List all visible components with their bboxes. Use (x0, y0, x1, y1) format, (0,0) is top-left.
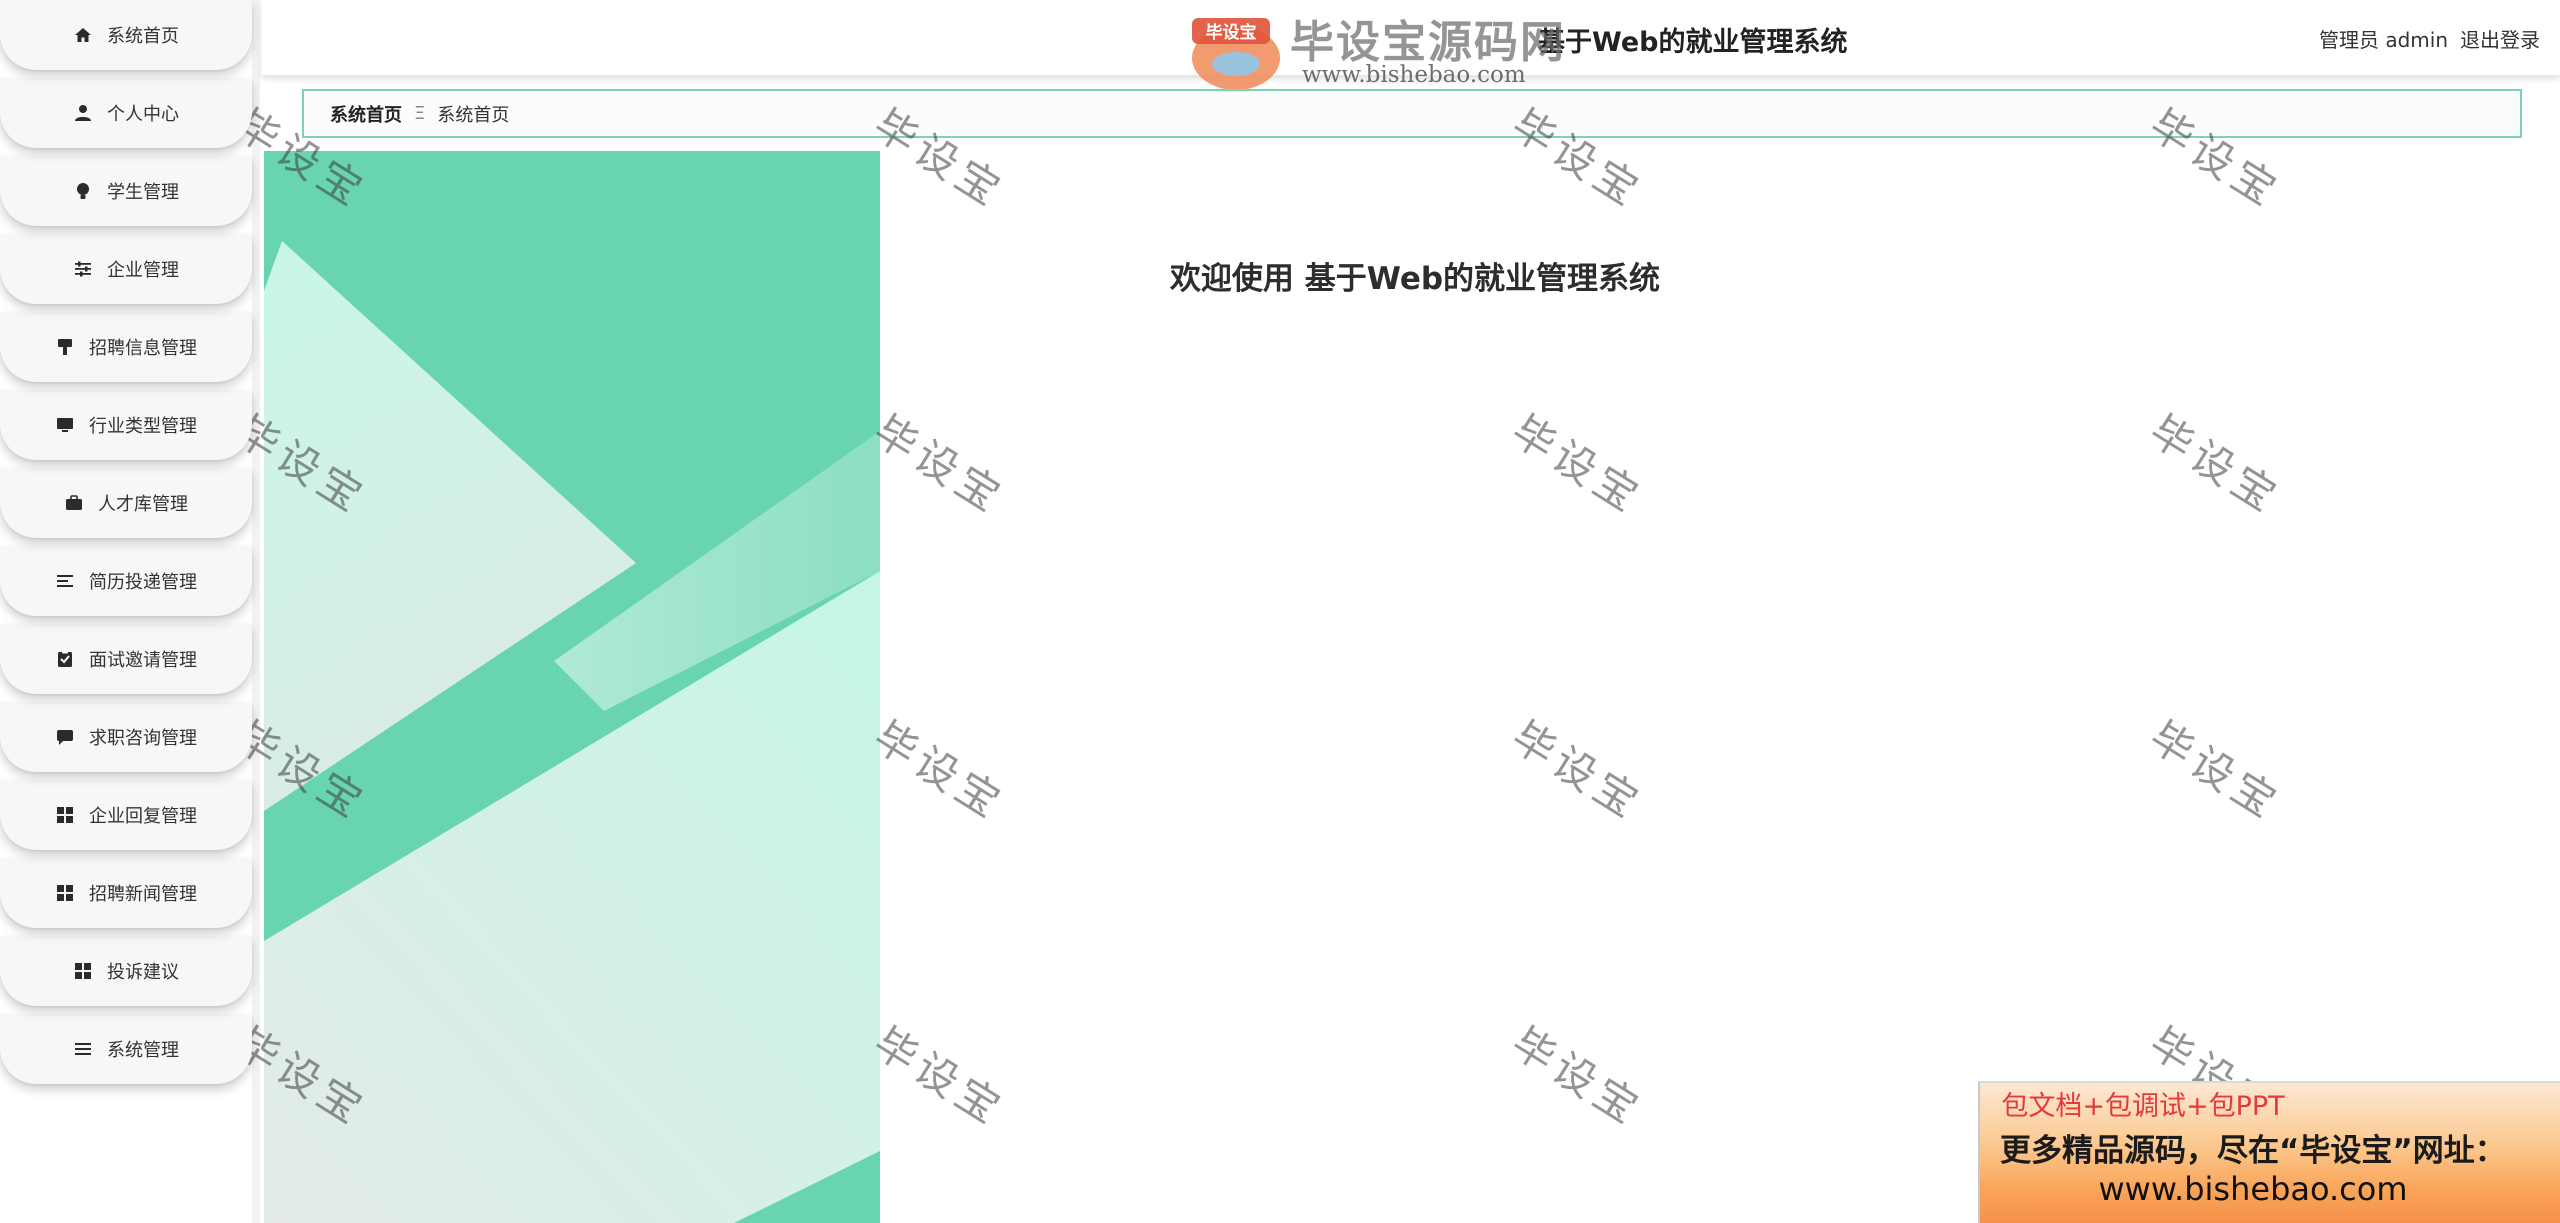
watermark-text: 毕设宝 (1503, 405, 1652, 524)
promo-line-tagline: 更多精品源码，尽在“毕设宝”网址： (2000, 1133, 2506, 1169)
breadcrumb-separator-icon: Ξ (414, 103, 426, 124)
sidebar-item-label: 学生管理 (107, 182, 179, 203)
decorative-shapes (264, 151, 880, 1223)
logo-brand-text: 毕设宝源码网 (1290, 17, 1566, 68)
sidebar-item-1[interactable]: 系统首页 (0, 0, 252, 70)
monitor-icon (55, 415, 75, 435)
sidebar-item-label: 简历投递管理 (89, 572, 197, 593)
user-icon (73, 103, 93, 123)
sidebar-menu: 系统首页个人中心学生管理企业管理招聘信息管理 行业类型管理 人才库管理简历投递管理面… (0, 0, 252, 1223)
watermark-text: 毕设宝 (865, 711, 1014, 830)
welcome-heading: 欢迎使用 基于Web的就业管理系统 (1169, 261, 1661, 297)
sidebar-item-14[interactable]: 系统管理 (0, 1014, 252, 1084)
promo-line-services: 包文档+包调试+包PPT (2001, 1091, 2285, 1122)
grid-icon (55, 805, 75, 825)
chat-icon (55, 727, 75, 747)
sidebar-item-label: 人才库管理 (98, 494, 188, 515)
sidebar-item-label: 投诉建议 (107, 962, 179, 983)
promo-line-url: www.bishebao.com (2098, 1170, 2408, 1208)
watermark-text: 毕设宝 (2141, 405, 2290, 524)
sidebar-item-label: 系统首页 (107, 26, 179, 47)
sidebar-item-6[interactable]: 行业类型管理 (0, 390, 252, 460)
sidebar-item-11[interactable]: 企业回复管理 (0, 780, 252, 850)
grid-icon (73, 961, 93, 981)
watermark-text: 毕设宝 (1503, 1017, 1652, 1136)
breadcrumb: 系统首页 Ξ 系统首页 (302, 89, 2522, 138)
sidebar-item-4[interactable]: 企业管理 (0, 234, 252, 304)
logo-mascot-icon: 毕设宝 (1192, 18, 1280, 90)
sidebar-item-7[interactable]: 人才库管理 (0, 468, 252, 538)
logout-link[interactable]: 退出登录 (2460, 24, 2540, 53)
admin-info: 管理员 admin 退出登录 (2319, 24, 2540, 53)
sidebar-item-label: 招聘信息管理 (89, 338, 197, 359)
sliders-icon (73, 259, 93, 279)
breadcrumb-home-link[interactable]: 系统首页 (330, 101, 402, 127)
menu-icon (73, 1039, 93, 1059)
grid-icon (55, 883, 75, 903)
sidebar-item-label: 行业类型管理 (89, 416, 197, 437)
logo-badge-text: 毕设宝 (1206, 22, 1257, 43)
watermark-text: 毕设宝 (865, 1017, 1014, 1136)
sidebar-item-9[interactable]: 面试邀请管理 (0, 624, 252, 694)
breadcrumb-current: 系统首页 (437, 104, 510, 126)
briefcase-icon (64, 493, 84, 513)
sidebar-item-label: 个人中心 (107, 104, 179, 125)
sidebar-item-label: 求职咨询管理 (89, 728, 197, 749)
brush-icon (55, 337, 75, 357)
logo-url-text: www.bishebao.com (1302, 62, 1526, 88)
promo-banner[interactable]: 包文档+包调试+包PPT 更多精品源码，尽在“毕设宝”网址： www.bishe… (1978, 1081, 2560, 1223)
sidebar-item-3[interactable]: 学生管理 (0, 156, 252, 226)
site-logo-watermark: 毕设宝 毕设宝源码网 www.bishebao.com (1172, 0, 1572, 95)
watermark-text: 毕设宝 (1503, 711, 1652, 830)
sidebar-item-label: 企业回复管理 (89, 806, 197, 827)
home-icon (73, 25, 93, 45)
bulb-icon (73, 181, 93, 201)
watermark-text: 毕设宝 (865, 405, 1014, 524)
decorative-background-panel (264, 151, 880, 1223)
sidebar-item-12[interactable]: 招聘新闻管理 (0, 858, 252, 928)
sidebar-item-label: 系统管理 (107, 1040, 179, 1061)
sidebar-item-label: 企业管理 (107, 260, 179, 281)
sidebar-item-2[interactable]: 个人中心 (0, 78, 252, 148)
sidebar-item-label: 面试邀请管理 (89, 650, 197, 671)
sidebar-item-5[interactable]: 招聘信息管理 (0, 312, 252, 382)
sidebar-item-10[interactable]: 求职咨询管理 (0, 702, 252, 772)
app-title: 基于Web的就业管理系统 (1538, 27, 1848, 58)
sidebar-item-label: 招聘新闻管理 (89, 884, 197, 905)
watermark-text: 毕设宝 (2141, 711, 2290, 830)
list-icon (55, 571, 75, 591)
sidebar-divider (252, 0, 260, 1223)
sidebar-item-13[interactable]: 投诉建议 (0, 936, 252, 1006)
admin-username: 管理员 admin (2318, 28, 2448, 52)
sidebar-item-8[interactable]: 简历投递管理 (0, 546, 252, 616)
clipboard-icon (55, 649, 75, 669)
